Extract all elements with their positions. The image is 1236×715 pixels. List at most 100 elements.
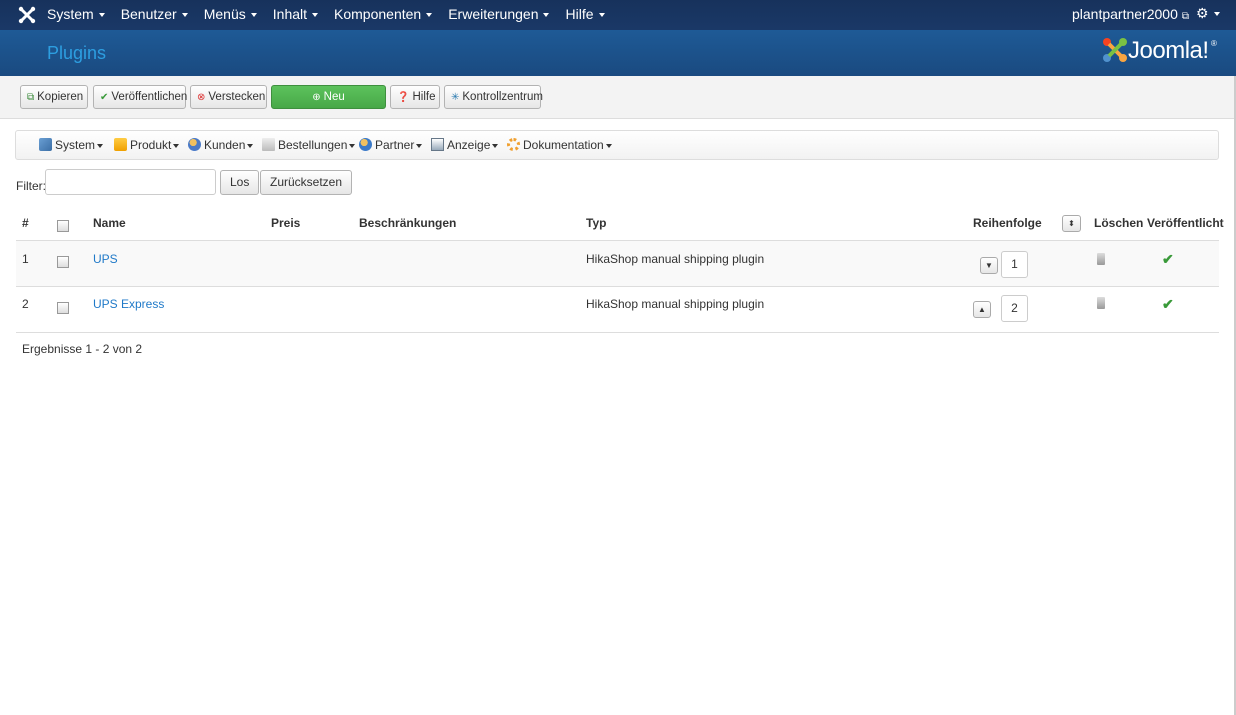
partner-icon bbox=[359, 138, 372, 151]
column-name[interactable]: Name bbox=[93, 216, 126, 230]
help-button[interactable]: ❓ Hilfe bbox=[390, 85, 440, 109]
trash-icon[interactable] bbox=[1097, 297, 1105, 309]
new-label: Neu bbox=[323, 91, 345, 103]
product-icon bbox=[114, 138, 127, 151]
submenu-system[interactable]: System bbox=[39, 138, 104, 152]
column-delete: Löschen bbox=[1094, 216, 1144, 230]
sort-icon: ⬍ bbox=[1068, 219, 1075, 228]
row-checkbox[interactable] bbox=[57, 302, 69, 314]
joomla-icon[interactable] bbox=[18, 6, 36, 24]
orders-icon bbox=[262, 138, 275, 151]
submenu-product-label: Produkt bbox=[130, 138, 172, 152]
column-restrictions[interactable]: Beschränkungen bbox=[359, 216, 456, 230]
plus-circle-icon: ⊕ bbox=[312, 92, 321, 103]
submenu-customers-label: Kunden bbox=[204, 138, 246, 152]
submenu-docs-label: Dokumentation bbox=[523, 138, 604, 152]
registered-mark: ® bbox=[1211, 39, 1217, 48]
order-input[interactable]: 2 bbox=[1001, 295, 1028, 322]
submenu-orders[interactable]: Bestellungen bbox=[262, 138, 356, 152]
menu-menus-label: Menüs bbox=[203, 6, 246, 22]
copy-button[interactable]: ⧉ Kopieren bbox=[20, 85, 88, 109]
copy-icon: ⧉ bbox=[27, 92, 35, 103]
submenu-display-label: Anzeige bbox=[447, 138, 491, 152]
table-row: 2 UPS Express HikaShop manual shipping p… bbox=[16, 286, 1219, 333]
submenu-partner-label: Partner bbox=[375, 138, 415, 152]
submenu-partner[interactable]: Partner bbox=[359, 138, 423, 152]
user-link[interactable]: plantpartner2000 ⧉ bbox=[1072, 0, 1189, 31]
check-icon: ✔ bbox=[100, 92, 109, 103]
plugin-name-link[interactable]: UPS bbox=[93, 252, 118, 266]
menu-users[interactable]: Benutzer bbox=[121, 0, 188, 30]
display-icon bbox=[431, 138, 444, 151]
menu-content-label: Inhalt bbox=[272, 6, 308, 22]
page-header: Plugins Joomla! ® bbox=[0, 30, 1236, 76]
filter-input[interactable] bbox=[45, 169, 216, 195]
chevron-down-icon: ▼ bbox=[985, 261, 993, 270]
move-down-button[interactable]: ▼ bbox=[980, 257, 998, 274]
main-menu: System Benutzer Menüs Inhalt Komponenten… bbox=[47, 0, 621, 30]
column-price[interactable]: Preis bbox=[271, 216, 300, 230]
asterisk-icon: ✳ bbox=[451, 92, 460, 103]
submenu-customers[interactable]: Kunden bbox=[188, 138, 254, 152]
select-all-checkbox[interactable] bbox=[57, 220, 69, 232]
move-up-button[interactable]: ▲ bbox=[973, 301, 991, 318]
chevron-down-icon bbox=[598, 13, 605, 18]
menu-system-label: System bbox=[47, 6, 94, 22]
settings-menu[interactable]: ⚙ bbox=[1196, 5, 1220, 22]
save-order-button[interactable]: ⬍ bbox=[1062, 215, 1081, 232]
plugin-name-link[interactable]: UPS Express bbox=[93, 297, 164, 311]
filter-reset-button[interactable]: Zurücksetzen bbox=[260, 170, 353, 195]
menu-help-label: Hilfe bbox=[565, 6, 594, 22]
menu-system[interactable]: System bbox=[47, 0, 105, 30]
column-published[interactable]: Veröffentlicht bbox=[1147, 216, 1224, 230]
control-panel-button[interactable]: ✳ Kontrollzentrum bbox=[444, 85, 543, 109]
table-row: 1 UPS HikaShop manual shipping plugin ▼ … bbox=[16, 240, 1219, 286]
menu-help[interactable]: Hilfe bbox=[565, 0, 605, 30]
submenu-orders-label: Bestellungen bbox=[278, 138, 348, 152]
filter-go-button[interactable]: Los bbox=[220, 170, 260, 195]
publish-button[interactable]: ✔ Veröffentlichen bbox=[93, 85, 188, 109]
menu-extensions[interactable]: Erweiterungen bbox=[448, 0, 550, 30]
hide-button[interactable]: ⊗ Verstecken bbox=[190, 85, 267, 109]
chevron-down-icon bbox=[605, 143, 612, 148]
chevron-down-icon bbox=[426, 13, 433, 18]
published-check-icon[interactable]: ✔ bbox=[1162, 296, 1174, 313]
chevron-down-icon bbox=[173, 143, 180, 148]
chevron-down-icon bbox=[492, 143, 499, 148]
submenu-docs[interactable]: Dokumentation bbox=[507, 138, 612, 152]
order-input[interactable]: 1 bbox=[1001, 251, 1028, 278]
publish-label: Veröffentlichen bbox=[111, 91, 188, 103]
toolbar: ⧉ Kopieren ✔ Veröffentlichen ⊗ Verstecken ⊕… bbox=[0, 76, 1236, 119]
menu-content[interactable]: Inhalt bbox=[272, 0, 319, 30]
filter-label: Filter: bbox=[16, 179, 46, 193]
published-check-icon[interactable]: ✔ bbox=[1162, 251, 1174, 268]
chevron-down-icon bbox=[97, 143, 104, 148]
menu-users-label: Benutzer bbox=[120, 6, 177, 22]
menu-components[interactable]: Komponenten bbox=[334, 0, 433, 30]
menu-menus[interactable]: Menüs bbox=[204, 0, 257, 30]
chevron-down-icon bbox=[416, 143, 423, 148]
trash-icon[interactable] bbox=[1097, 253, 1105, 265]
menu-extensions-label: Erweiterungen bbox=[448, 6, 539, 22]
chevron-down-icon bbox=[349, 143, 356, 148]
joomla-logo-icon bbox=[1103, 38, 1127, 62]
column-type[interactable]: Typ bbox=[586, 216, 606, 230]
column-ordering[interactable]: Reihenfolge bbox=[973, 216, 1042, 230]
row-number: 1 bbox=[22, 252, 29, 266]
users-icon bbox=[188, 138, 201, 151]
hikashop-submenu: System Produkt Kunden Bestellungen Partn… bbox=[15, 130, 1219, 160]
submenu-product[interactable]: Produkt bbox=[114, 138, 180, 152]
tools-icon bbox=[39, 138, 52, 151]
submenu-display[interactable]: Anzeige bbox=[431, 138, 499, 152]
chevron-down-icon bbox=[543, 13, 550, 18]
row-checkbox[interactable] bbox=[57, 256, 69, 268]
gear-icon: ⚙ bbox=[1196, 5, 1209, 21]
page-title: Plugins bbox=[47, 43, 107, 63]
chevron-down-icon bbox=[181, 13, 188, 18]
new-button[interactable]: ⊕ Neu bbox=[271, 85, 386, 109]
close-circle-icon: ⊗ bbox=[197, 92, 206, 103]
chevron-down-icon bbox=[1213, 12, 1220, 17]
external-link-icon: ⧉ bbox=[1181, 11, 1190, 22]
username: plantpartner2000 bbox=[1072, 6, 1178, 22]
menu-components-label: Komponenten bbox=[334, 6, 422, 22]
